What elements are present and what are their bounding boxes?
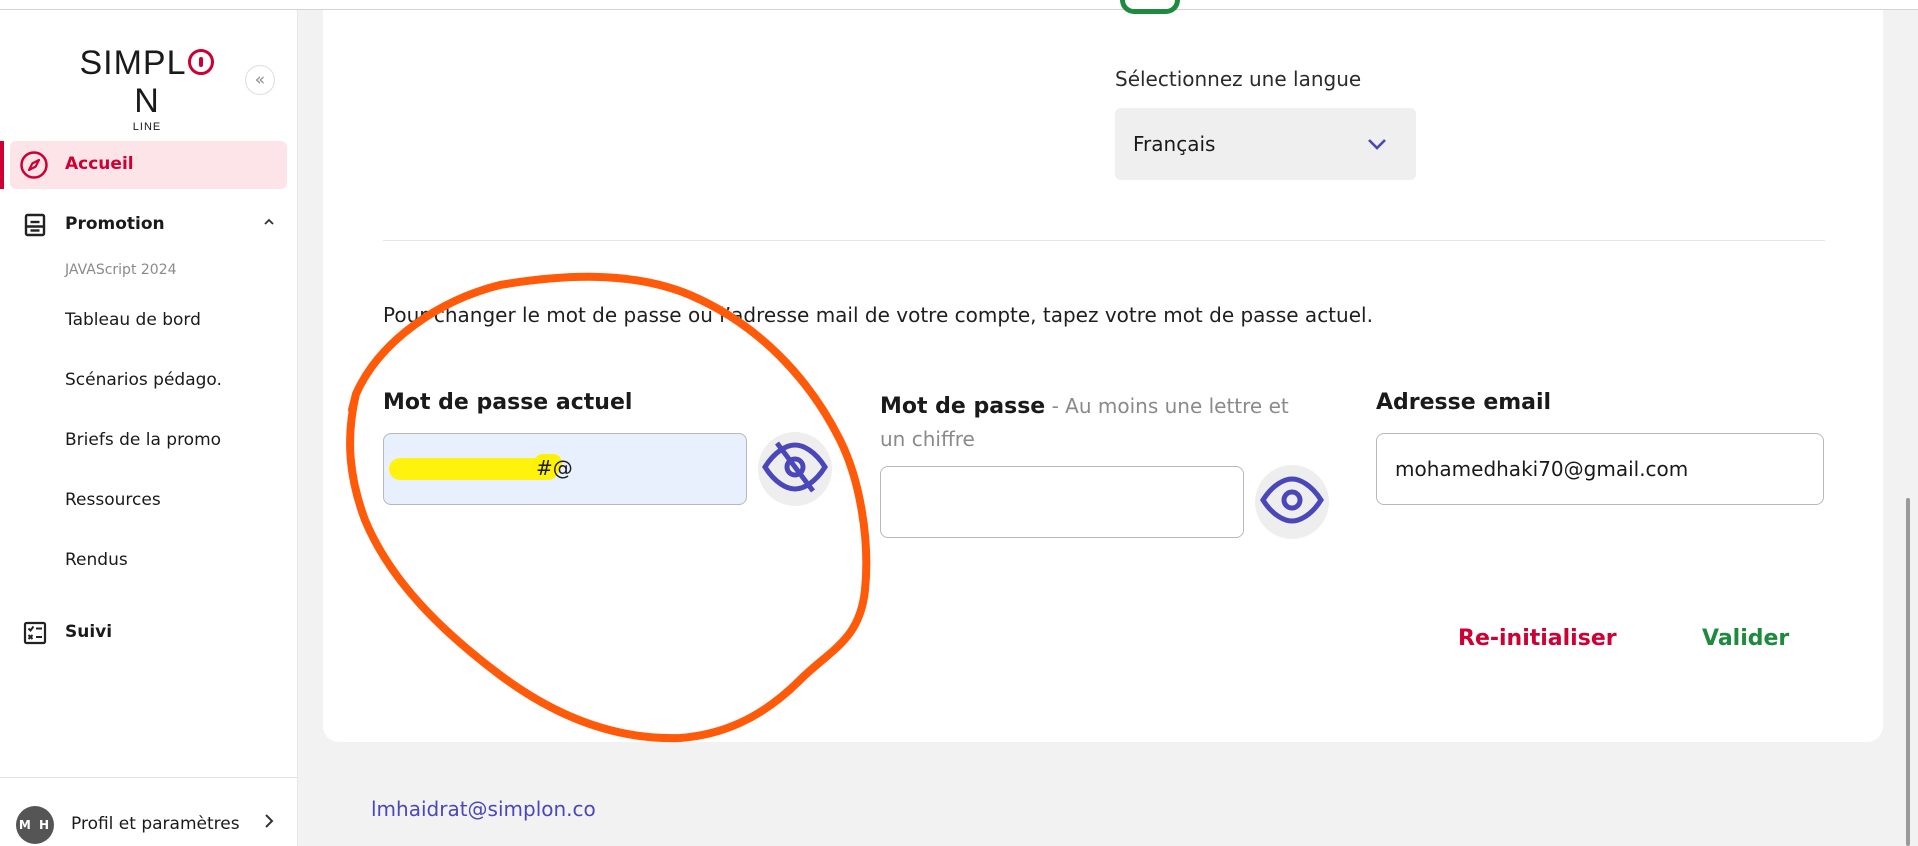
eye-icon: [1259, 473, 1325, 531]
sidebar-item-accueil[interactable]: Accueil: [0, 141, 298, 189]
profile-settings-link[interactable]: M H Profil et paramètres: [0, 777, 298, 846]
sidebar-subitem-briefs[interactable]: Briefs de la promo: [65, 430, 221, 450]
section-divider: [383, 240, 1825, 241]
settings-card: [323, 10, 1883, 742]
email-label: Adresse email: [1376, 390, 1552, 415]
logo-o-icon: [187, 49, 214, 75]
new-password-input[interactable]: [880, 466, 1244, 538]
sidebar-subitem-rendus[interactable]: Rendus: [65, 550, 128, 570]
chevron-down-icon: [1363, 130, 1391, 162]
scrollbar[interactable]: [1906, 498, 1910, 846]
clipboard-icon: [20, 210, 50, 240]
toggle-switch-bottom[interactable]: [1120, 0, 1180, 14]
reset-button[interactable]: Re-initialiser: [1458, 626, 1617, 651]
browser-top-edge: [0, 0, 1918, 10]
logo-wordmark: SIMPLN: [74, 44, 220, 120]
chevron-up-icon[interactable]: [262, 215, 276, 233]
language-select[interactable]: Français: [1115, 108, 1416, 180]
chevron-right-icon: [262, 812, 276, 835]
password-change-info: Pour changer le mot de passe ou l’adress…: [383, 303, 1373, 327]
simplon-logo[interactable]: SIMPLN LINE: [74, 44, 220, 133]
sidebar-subitem-scenarios[interactable]: Scénarios pédago.: [65, 370, 222, 390]
email-input[interactable]: mohamedhaki70@gmail.com: [1376, 433, 1824, 505]
language-label: Sélectionnez une langue: [1115, 67, 1362, 91]
current-password-input[interactable]: #@: [383, 433, 747, 505]
collapse-sidebar-button[interactable]: «: [245, 65, 275, 95]
new-password-label: Mot de passe - Au moins une lettre et un…: [880, 394, 1289, 451]
active-highlight: [10, 141, 287, 189]
language-selected-value: Français: [1133, 132, 1216, 156]
sidebar-item-label: Promotion: [65, 214, 165, 234]
checklist-icon: [20, 618, 50, 648]
sidebar-subitem-tableau-de-bord[interactable]: Tableau de bord: [65, 310, 201, 330]
sidebar-item-promotion[interactable]: Promotion: [0, 208, 298, 242]
current-password-visible-tail: #@: [536, 456, 573, 480]
toggle-new-password-visibility[interactable]: [1255, 465, 1329, 539]
sidebar-item-label: Suivi: [65, 622, 113, 642]
eye-off-icon: [761, 437, 829, 501]
sidebar-subitem-ressources[interactable]: Ressources: [65, 490, 161, 510]
double-chevron-left-icon: «: [254, 70, 266, 90]
sidebar-item-suivi[interactable]: Suivi: [0, 616, 298, 650]
toggle-current-password-visibility[interactable]: [758, 432, 832, 506]
compass-icon: [19, 150, 49, 180]
profile-label: Profil et paramètres: [71, 814, 240, 834]
sidebar: SIMPLN LINE « Accueil Promotion JAVAScri…: [0, 10, 298, 846]
footer-email-link[interactable]: lmhaidrat@simplon.co: [371, 797, 596, 821]
current-password-label: Mot de passe actuel: [383, 390, 633, 415]
logo-subtitle: LINE: [132, 121, 162, 133]
active-indicator: [0, 141, 4, 189]
sidebar-item-label: Accueil: [65, 154, 134, 174]
validate-button[interactable]: Valider: [1702, 626, 1789, 651]
promo-year: JAVAScript 2024: [65, 262, 177, 278]
avatar: M H: [16, 806, 54, 844]
